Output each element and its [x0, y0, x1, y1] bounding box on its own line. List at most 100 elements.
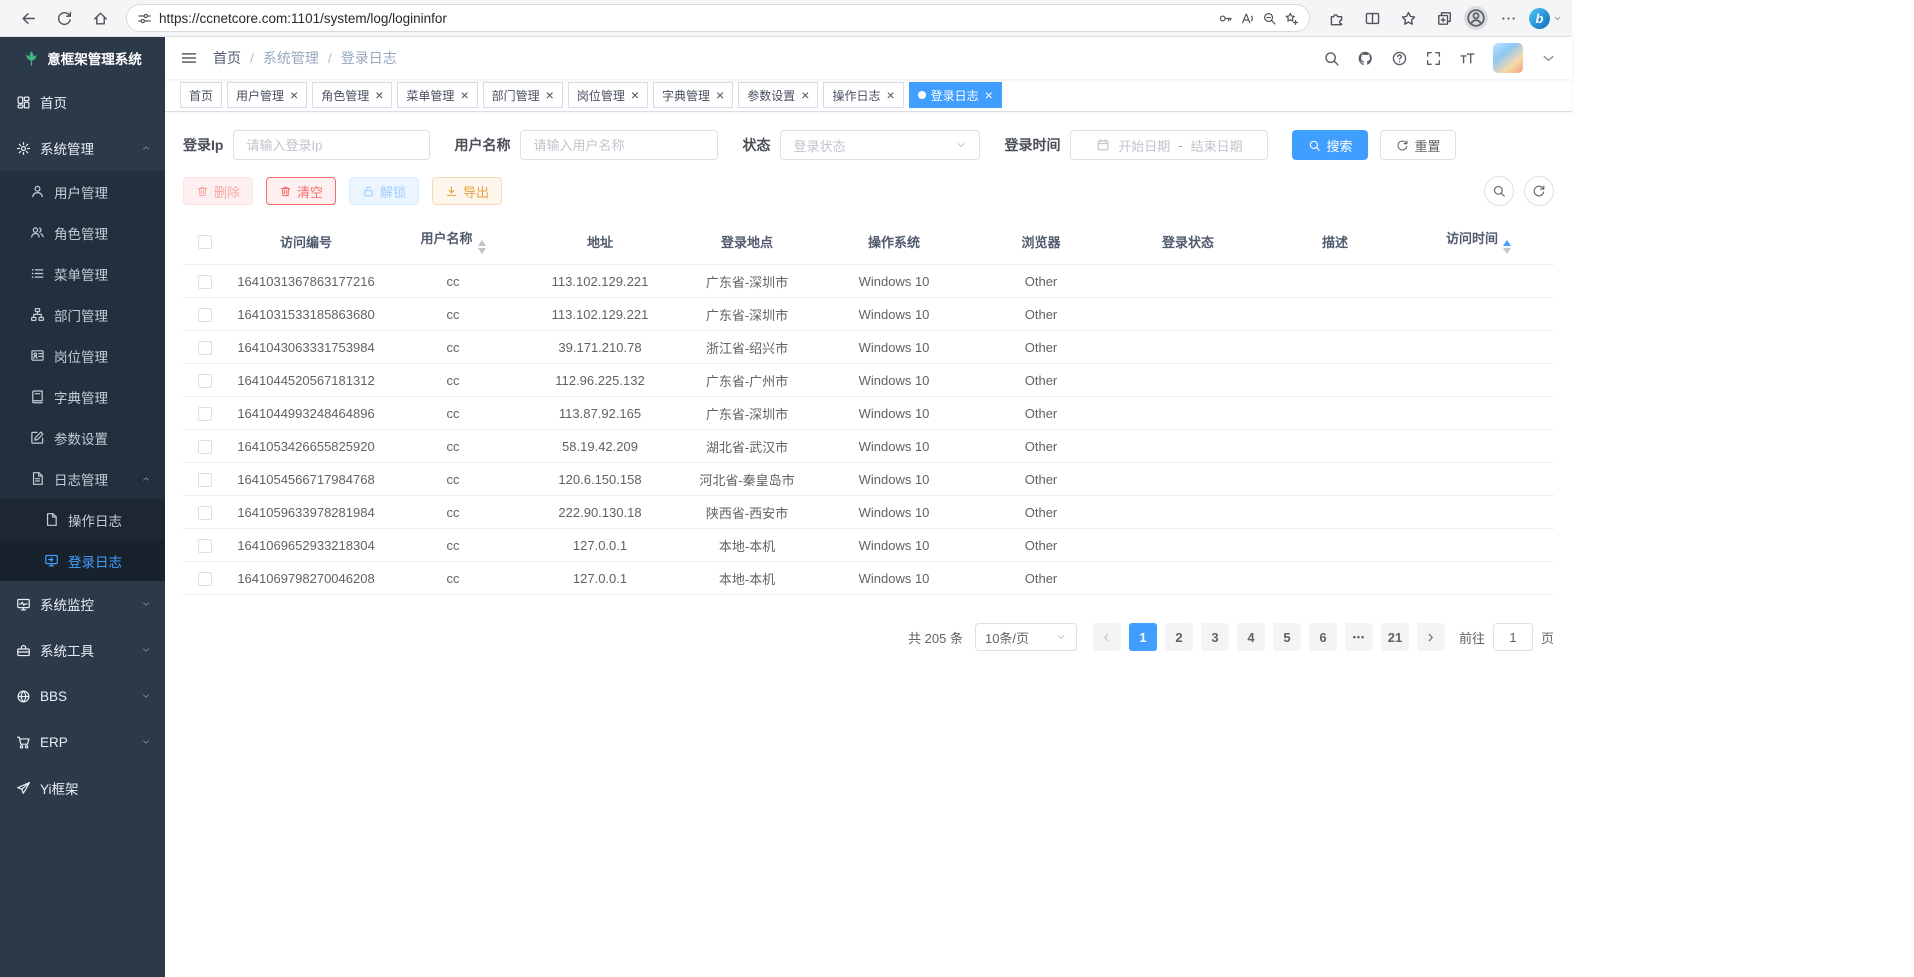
browser-menu-icon[interactable]	[1492, 4, 1524, 33]
date-range-picker[interactable]: 开始日期 - 结束日期	[1070, 130, 1268, 160]
sidebar-item[interactable]: 部门管理	[0, 294, 165, 335]
search-icon[interactable]	[1323, 50, 1340, 67]
next-page-button[interactable]	[1417, 623, 1445, 651]
row-checkbox[interactable]	[198, 308, 212, 322]
column-header-user[interactable]: 用户名称	[385, 218, 521, 265]
sidebar-item[interactable]: 日志管理	[0, 458, 165, 499]
pager-page-1[interactable]: 1	[1129, 623, 1157, 651]
close-icon[interactable]: ×	[801, 88, 809, 102]
pager-more[interactable]: •••	[1345, 623, 1373, 651]
close-icon[interactable]: ×	[375, 88, 383, 102]
close-icon[interactable]: ×	[886, 88, 894, 102]
extensions-icon[interactable]	[1320, 4, 1352, 33]
row-checkbox[interactable]	[198, 440, 212, 454]
site-permissions-icon[interactable]	[137, 11, 152, 26]
row-checkbox[interactable]	[198, 506, 212, 520]
sort-carets-icon[interactable]	[1503, 240, 1511, 254]
tab-item[interactable]: 部门管理×	[483, 82, 563, 108]
close-icon[interactable]: ×	[716, 88, 724, 102]
fullscreen-icon[interactable]	[1425, 50, 1442, 67]
row-checkbox[interactable]	[198, 407, 212, 421]
chevron-down-icon[interactable]	[1540, 50, 1557, 67]
delete-button[interactable]: 删除	[183, 177, 253, 205]
browser-profile-avatar[interactable]	[1464, 6, 1488, 30]
sidebar-item[interactable]: 角色管理	[0, 212, 165, 253]
unlock-button[interactable]: 解锁	[349, 177, 419, 205]
back-icon[interactable]	[12, 4, 44, 33]
goto-page-input[interactable]	[1493, 623, 1533, 651]
help-icon[interactable]	[1391, 50, 1408, 67]
sidebar-item[interactable]: 系统监控	[0, 581, 165, 627]
chevron-down-icon[interactable]	[1553, 14, 1562, 23]
pager-page-2[interactable]: 2	[1165, 623, 1193, 651]
close-icon[interactable]: ×	[460, 88, 468, 102]
tab-item[interactable]: 用户管理×	[227, 82, 307, 108]
toggle-search-button[interactable]	[1484, 176, 1514, 206]
row-checkbox[interactable]	[198, 473, 212, 487]
tab-item[interactable]: 菜单管理×	[397, 82, 477, 108]
breadcrumb-item[interactable]: 首页	[213, 48, 241, 68]
sidebar-item[interactable]: 字典管理	[0, 376, 165, 417]
sidebar-item[interactable]: ERP	[0, 719, 165, 765]
row-checkbox[interactable]	[198, 572, 212, 586]
tab-item[interactable]: 操作日志×	[823, 82, 903, 108]
page-size-select[interactable]: 10条/页	[975, 623, 1077, 651]
pager-page-6[interactable]: 6	[1309, 623, 1337, 651]
home-icon[interactable]	[84, 4, 116, 33]
login-ip-input[interactable]	[233, 130, 430, 160]
row-checkbox[interactable]	[198, 374, 212, 388]
url-text[interactable]: https://ccnetcore.com:1101/system/log/lo…	[159, 11, 1211, 26]
favorites-icon[interactable]	[1392, 4, 1424, 33]
column-header-time[interactable]: 访问时间	[1403, 218, 1554, 265]
username-input[interactable]	[520, 130, 718, 160]
clear-button[interactable]: 清空	[266, 177, 336, 205]
tab-item[interactable]: 字典管理×	[653, 82, 733, 108]
row-checkbox[interactable]	[198, 341, 212, 355]
sidebar-item[interactable]: 首页	[0, 79, 165, 125]
tab-active[interactable]: 登录日志×	[909, 82, 1002, 108]
status-select[interactable]: 登录状态	[780, 130, 980, 160]
split-screen-icon[interactable]	[1356, 4, 1388, 33]
pager-page-21[interactable]: 21	[1381, 623, 1409, 651]
close-icon[interactable]: ×	[631, 88, 639, 102]
search-button[interactable]: 搜索	[1292, 130, 1368, 160]
github-icon[interactable]	[1357, 50, 1374, 67]
refresh-icon[interactable]	[48, 4, 80, 33]
sidebar-item[interactable]: Yi框架	[0, 765, 165, 811]
add-favorite-icon[interactable]	[1284, 11, 1299, 26]
pager-page-4[interactable]: 4	[1237, 623, 1265, 651]
sidebar-item[interactable]: 参数设置	[0, 417, 165, 458]
close-icon[interactable]: ×	[985, 88, 993, 102]
sort-carets-icon[interactable]	[478, 240, 486, 254]
pager-page-3[interactable]: 3	[1201, 623, 1229, 651]
row-checkbox[interactable]	[198, 539, 212, 553]
close-icon[interactable]: ×	[546, 88, 554, 102]
tab-item[interactable]: 参数设置×	[738, 82, 818, 108]
address-bar[interactable]: https://ccnetcore.com:1101/system/log/lo…	[126, 4, 1310, 32]
password-key-icon[interactable]	[1218, 11, 1233, 26]
tab-item[interactable]: 岗位管理×	[568, 82, 648, 108]
tab-item[interactable]: 首页	[180, 82, 222, 108]
tab-item[interactable]: 角色管理×	[312, 82, 392, 108]
sidebar-item[interactable]: 登录日志	[0, 540, 165, 581]
export-button[interactable]: 导出	[432, 177, 502, 205]
hamburger-icon[interactable]	[180, 49, 198, 67]
pager-page-5[interactable]: 5	[1273, 623, 1301, 651]
sidebar-item[interactable]: 系统工具	[0, 627, 165, 673]
refresh-table-button[interactable]	[1524, 176, 1554, 206]
bing-copilot-icon[interactable]: b	[1529, 8, 1550, 29]
zoom-out-icon[interactable]	[1262, 11, 1277, 26]
breadcrumb-item[interactable]: 系统管理	[263, 48, 319, 68]
row-checkbox[interactable]	[198, 275, 212, 289]
collections-icon[interactable]	[1428, 4, 1460, 33]
sidebar-item[interactable]: 系统管理	[0, 125, 165, 171]
sidebar-item[interactable]: 操作日志	[0, 499, 165, 540]
sidebar-item[interactable]: 菜单管理	[0, 253, 165, 294]
prev-page-button[interactable]	[1093, 623, 1121, 651]
font-size-icon[interactable]	[1459, 50, 1476, 67]
read-aloud-icon[interactable]	[1240, 11, 1255, 26]
sidebar-item[interactable]: BBS	[0, 673, 165, 719]
close-icon[interactable]: ×	[290, 88, 298, 102]
user-avatar[interactable]	[1493, 43, 1523, 73]
select-all-checkbox[interactable]	[198, 235, 212, 249]
